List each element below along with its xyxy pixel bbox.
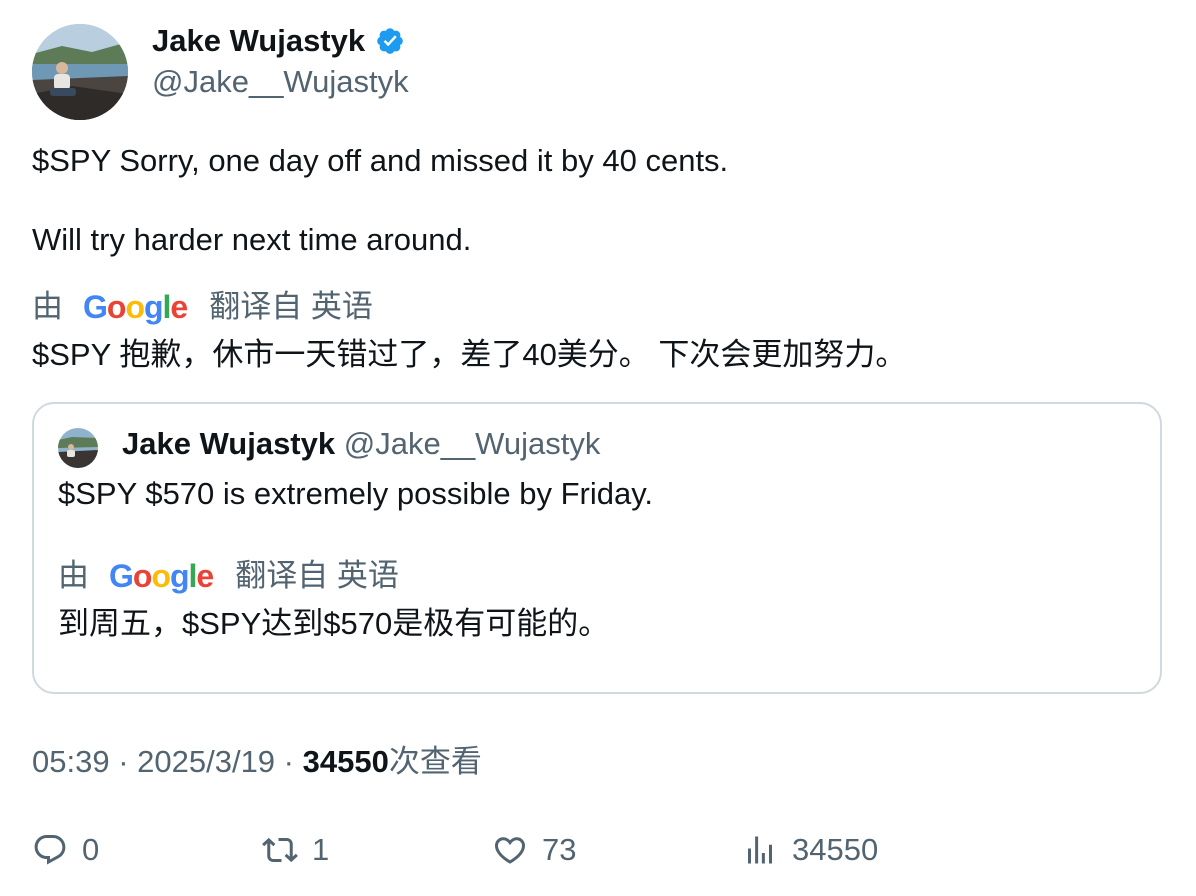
- like-button[interactable]: 73: [492, 828, 576, 872]
- quoted-author-handle[interactable]: @Jake__Wujastyk: [344, 426, 601, 461]
- author-handle[interactable]: @Jake__Wujastyk: [152, 63, 409, 101]
- quoted-author-avatar[interactable]: [58, 428, 98, 468]
- google-logo-icon[interactable]: Google: [109, 556, 214, 596]
- view-count-label: 次查看: [388, 744, 482, 779]
- quoted-translation-by: 由: [58, 558, 89, 593]
- views-button[interactable]: 34550: [742, 828, 878, 872]
- view-count: 34550: [302, 744, 389, 779]
- reply-icon: [34, 835, 66, 865]
- tweet-time[interactable]: 05:39: [32, 744, 110, 779]
- translation-text: $SPY 抱歉，休市一天错过了，差了40美分。 下次会更加努力。: [32, 337, 907, 372]
- tweet-meta: 05:39 · 2025/3/19 · 34550次查看: [32, 742, 482, 782]
- quoted-translation-text: 到周五，$SPY达到$570是极有可能的。: [58, 606, 610, 641]
- meta-separator: ·: [275, 744, 303, 779]
- tweet-date[interactable]: 2025/3/19: [137, 744, 275, 779]
- tweet-text-line-2: Will try harder next time around.: [32, 222, 472, 257]
- translation-by: 由: [32, 289, 63, 324]
- google-logo-icon[interactable]: Google: [83, 287, 188, 327]
- author-avatar[interactable]: [32, 24, 128, 120]
- quoted-author-name[interactable]: Jake Wujastyk: [122, 426, 335, 461]
- quoted-tweet-card[interactable]: Jake Wujastyk @Jake__Wujastyk $SPY $570 …: [32, 402, 1162, 694]
- translation-attribution: 由 Google 翻译自 英语: [32, 287, 373, 327]
- meta-separator: ·: [109, 744, 138, 779]
- quoted-translation-from: 翻译自 英语: [235, 558, 399, 593]
- verified-badge-icon: [375, 26, 405, 56]
- quoted-author-row: Jake Wujastyk @Jake__Wujastyk: [122, 424, 600, 464]
- retweet-button[interactable]: 1: [262, 828, 329, 872]
- translation-from: 翻译自 英语: [209, 289, 373, 324]
- author-name-row[interactable]: Jake Wujastyk: [152, 22, 405, 60]
- analytics-icon: [748, 836, 772, 864]
- views-action-count: 34550: [792, 832, 879, 867]
- quoted-translation-attribution: 由 Google 翻译自 英语: [58, 556, 399, 596]
- quoted-tweet-text: $SPY $570 is extremely possible by Frida…: [58, 476, 654, 511]
- retweet-icon: [262, 837, 298, 863]
- reply-button[interactable]: 0: [32, 828, 99, 872]
- reply-count: 0: [82, 832, 100, 867]
- retweet-count: 1: [312, 832, 330, 867]
- author-name[interactable]: Jake Wujastyk: [152, 22, 365, 60]
- heart-icon: [494, 837, 526, 864]
- like-count: 73: [542, 832, 577, 867]
- tweet-text-line-1: $SPY Sorry, one day off and missed it by…: [32, 143, 729, 178]
